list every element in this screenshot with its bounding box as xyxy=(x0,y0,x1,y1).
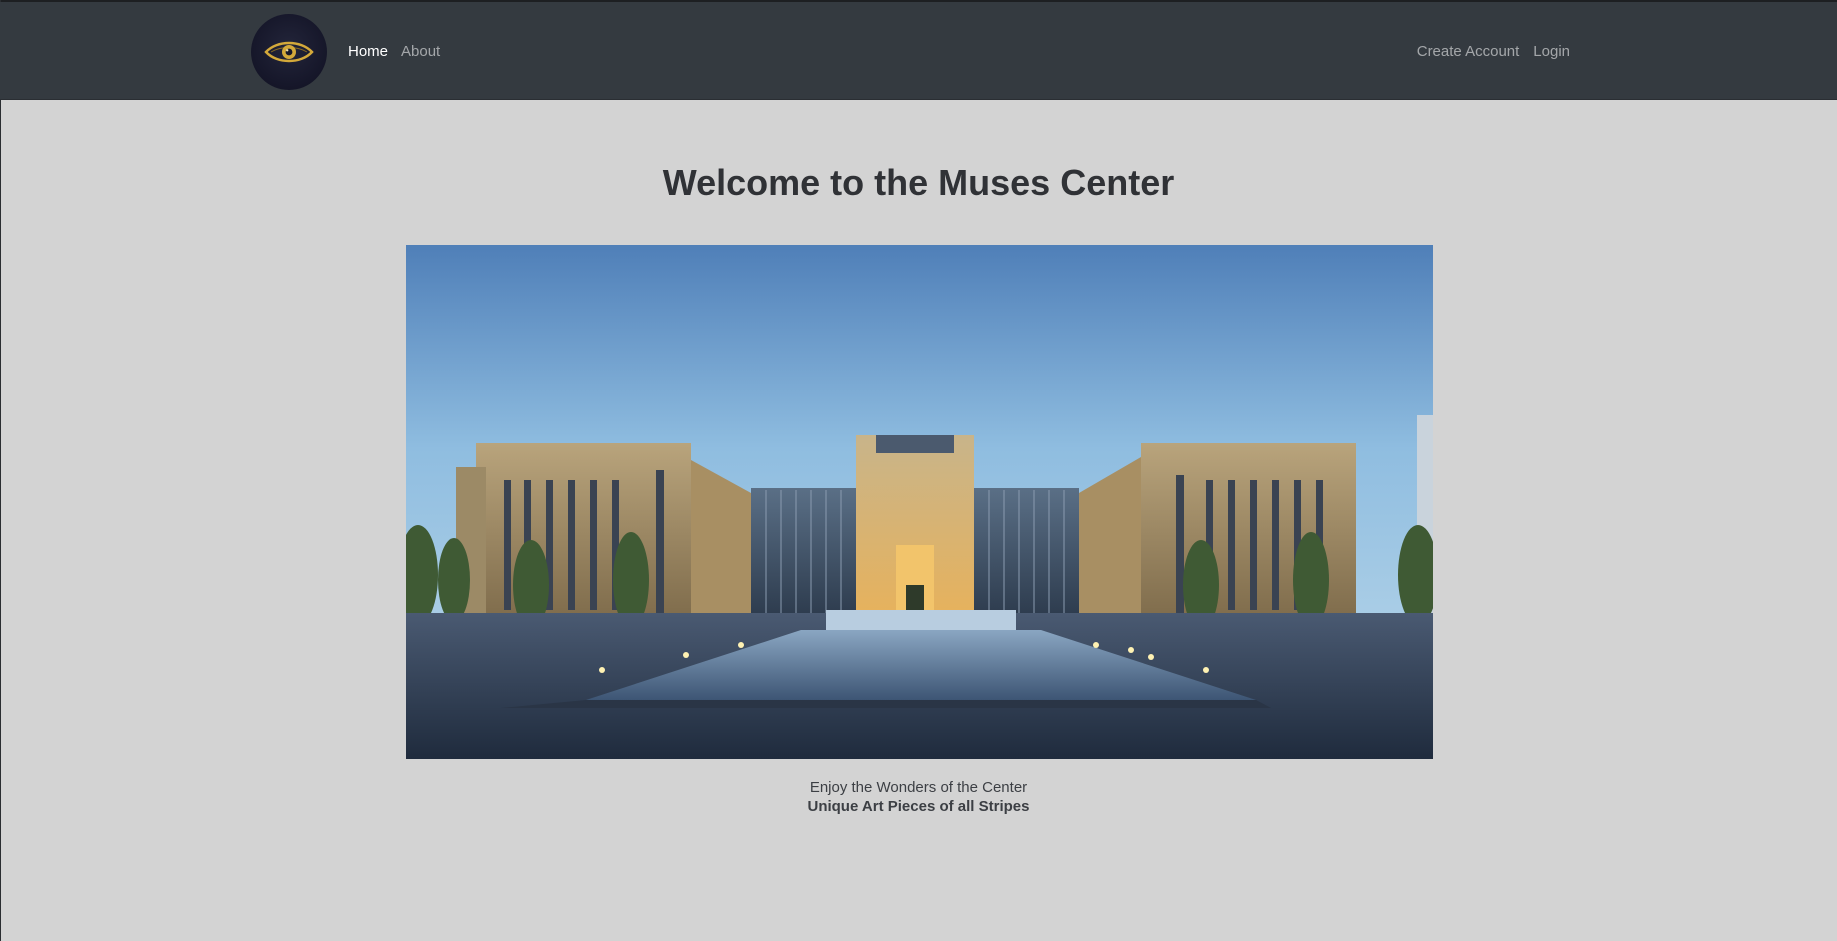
create-account-link[interactable]: Create Account xyxy=(1417,43,1520,61)
caption-line-2: Unique Art Pieces of all Stripes xyxy=(807,798,1030,815)
caption-line-1: Enjoy the Wonders of the Center xyxy=(809,779,1028,796)
login-link[interactable]: Login xyxy=(1533,43,1570,61)
eye-logo-icon xyxy=(264,41,314,63)
brand-logo[interactable] xyxy=(251,14,327,90)
navbar: Home About Create Account Login xyxy=(0,2,1837,100)
hero-caption: Enjoy the Wonders of the Center Unique A… xyxy=(0,778,1837,816)
page-title: Welcome to the Muses Center xyxy=(662,162,1175,203)
nav-account-links: Create Account Login xyxy=(1417,43,1570,61)
nav-home-link[interactable]: Home xyxy=(348,43,388,61)
hero-image xyxy=(406,245,1433,759)
nav-about-link[interactable]: About xyxy=(401,43,440,61)
nav-main-links: Home About xyxy=(348,43,440,61)
